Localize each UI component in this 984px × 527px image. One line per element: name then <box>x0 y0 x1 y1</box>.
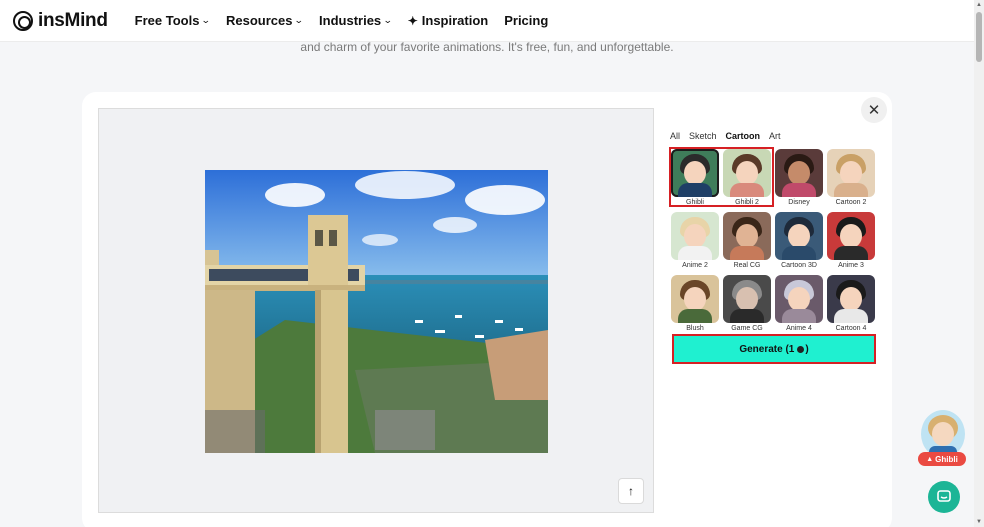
style-thumbnail <box>775 275 823 323</box>
tab-all[interactable]: All <box>670 131 680 141</box>
site-header: insMind Free Tools ⌄ Resources ⌄ Industrie… <box>0 0 974 42</box>
sparkle-icon: ✦ <box>407 13 418 28</box>
style-thumbnail <box>723 212 771 260</box>
style-label: Anime 4 <box>786 325 812 332</box>
style-item-disney[interactable]: Disney <box>775 149 823 206</box>
page-scrollbar[interactable]: ▲ ▼ <box>974 0 984 527</box>
style-thumbnail <box>723 275 771 323</box>
style-item-anime-4[interactable]: Anime 4 <box>775 275 823 332</box>
style-label: Anime 2 <box>682 262 708 269</box>
style-item-game-cg[interactable]: Game CG <box>723 275 771 332</box>
chevron-down-icon: ⌄ <box>294 15 305 25</box>
coin-icon <box>797 345 805 353</box>
tab-cartoon[interactable]: Cartoon <box>726 131 761 141</box>
ghibli-avatar <box>921 410 965 458</box>
style-label: Cartoon 3D <box>781 262 817 269</box>
style-thumbnail <box>671 149 719 197</box>
scroll-up-icon[interactable]: ▲ <box>976 2 982 8</box>
style-label: Ghibli 2 <box>735 199 759 206</box>
nav-industries[interactable]: Industries ⌄ <box>319 13 393 28</box>
generate-button[interactable]: Generate (1) <box>672 334 876 364</box>
style-item-real-cg[interactable]: Real CG <box>723 212 771 269</box>
chevron-down-icon: ⌄ <box>383 15 393 25</box>
tab-art[interactable]: Art <box>769 131 781 141</box>
uploaded-photo <box>205 170 548 453</box>
style-label: Anime 3 <box>838 262 864 269</box>
close-button[interactable]: ✕ <box>861 97 887 123</box>
style-label: Blush <box>686 325 704 332</box>
style-thumbnail <box>827 275 875 323</box>
style-tabs: All Sketch Cartoon Art <box>670 131 790 141</box>
logo-icon <box>13 10 33 31</box>
style-item-ghibli[interactable]: Ghibli <box>671 149 719 206</box>
style-thumbnail <box>775 212 823 260</box>
ghibli-promo-widget[interactable]: ▲ Ghibli <box>917 410 969 468</box>
image-preview: ↑ <box>98 108 654 513</box>
nav-free-tools[interactable]: Free Tools ⌄ <box>135 13 212 28</box>
chat-icon <box>937 490 951 502</box>
ghibli-badge: ▲ Ghibli <box>918 452 966 466</box>
style-item-anime-2[interactable]: Anime 2 <box>671 212 719 269</box>
style-label: Real CG <box>733 262 761 269</box>
style-item-ghibli-2[interactable]: Ghibli 2 <box>723 149 771 206</box>
page-subtitle: and charm of your favorite animations. I… <box>300 40 674 54</box>
style-label: Disney <box>788 199 810 206</box>
nav-pricing[interactable]: Pricing <box>504 13 548 28</box>
style-label: Cartoon 4 <box>835 325 867 332</box>
fire-icon: ▲ <box>926 455 934 463</box>
photo-image <box>205 170 548 453</box>
ghibli-character-icon <box>928 415 958 458</box>
style-thumbnail <box>671 275 719 323</box>
upload-icon: ↑ <box>628 484 634 498</box>
scroll-thumb[interactable] <box>976 12 982 62</box>
style-label: Cartoon 2 <box>835 199 867 206</box>
style-modal: ✕ ↑ All Sketch Cartoon Art Ghibli Ghibli… <box>82 92 892 527</box>
nav-resources[interactable]: Resources ⌄ <box>226 13 305 28</box>
style-label: Game CG <box>731 325 763 332</box>
upload-button[interactable]: ↑ <box>618 478 644 504</box>
close-icon: ✕ <box>867 102 881 119</box>
logo-text: insMind <box>38 9 108 31</box>
logo[interactable]: insMind <box>13 10 108 32</box>
style-item-blush[interactable]: Blush <box>671 275 719 332</box>
style-item-cartoon-2[interactable]: Cartoon 2 <box>827 149 875 206</box>
scroll-down-icon[interactable]: ▼ <box>976 519 982 525</box>
tab-sketch[interactable]: Sketch <box>689 131 717 141</box>
chevron-down-icon: ⌄ <box>201 15 212 25</box>
style-thumbnail <box>827 212 875 260</box>
main-nav: Free Tools ⌄ Resources ⌄ Industries ⌄ ✦ Insp… <box>135 13 565 28</box>
style-thumbnail <box>671 212 719 260</box>
chat-button[interactable] <box>928 481 960 513</box>
style-label: Ghibli <box>686 199 704 206</box>
style-thumbnail <box>827 149 875 197</box>
style-item-anime-3[interactable]: Anime 3 <box>827 212 875 269</box>
style-item-cartoon-4[interactable]: Cartoon 4 <box>827 275 875 332</box>
style-thumbnail <box>775 149 823 197</box>
nav-inspiration[interactable]: ✦ Inspiration <box>408 13 489 28</box>
style-item-cartoon-3d[interactable]: Cartoon 3D <box>775 212 823 269</box>
style-thumbnail <box>723 149 771 197</box>
